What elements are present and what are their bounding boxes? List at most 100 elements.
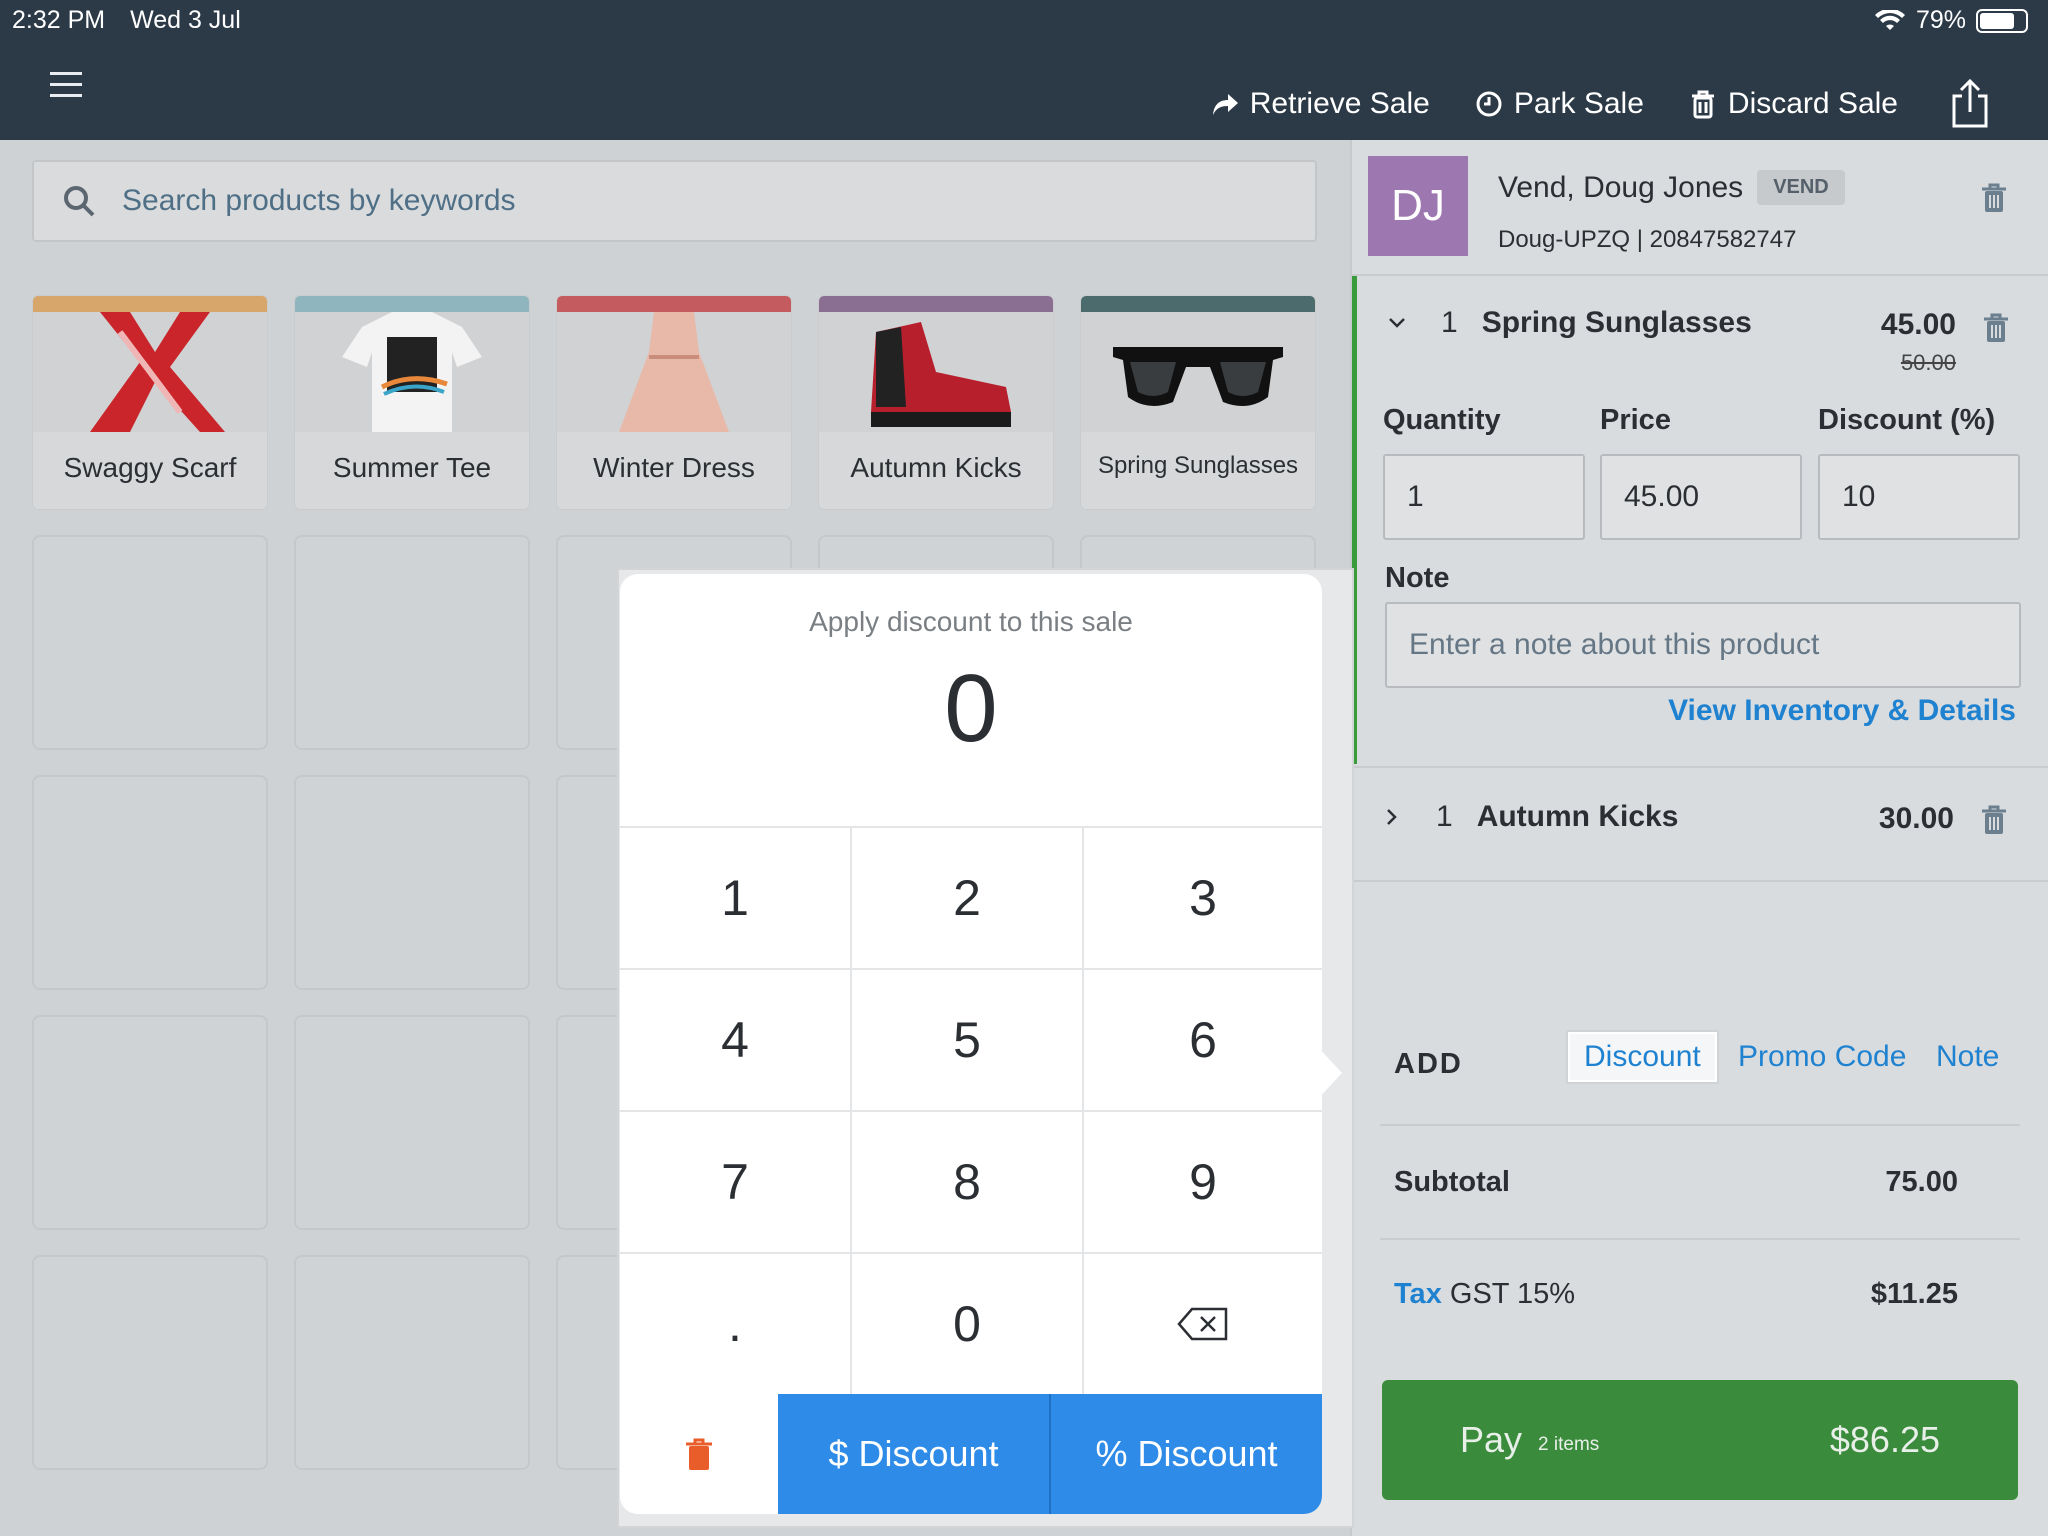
retrieve-sale-button[interactable]: Retrieve Sale: [1210, 87, 1430, 121]
line-item-price: 45.00: [1880, 308, 1956, 341]
keypad-header: Apply discount to this sale 0: [620, 574, 1322, 828]
view-inventory-link[interactable]: View Inventory & Details: [1668, 694, 2016, 728]
discount-field[interactable]: [1818, 454, 2020, 540]
pay-item-count: 2 items: [1538, 1434, 1600, 1455]
share-arrow-icon: [1212, 94, 1238, 115]
key-6[interactable]: 6: [1084, 970, 1322, 1112]
product-tile-spring-sunglasses[interactable]: Spring Sunglasses: [1080, 295, 1316, 510]
backspace-key[interactable]: [1084, 1254, 1322, 1396]
share-icon[interactable]: [1948, 78, 1992, 130]
product-color-bar: [819, 296, 1053, 312]
product-color-bar: [295, 296, 529, 312]
key-1[interactable]: 1: [620, 828, 852, 970]
add-note-button[interactable]: Note: [1936, 1040, 1999, 1074]
chevron-right-icon[interactable]: [1382, 807, 1402, 827]
top-bar: 2:32 PM Wed 3 Jul 79% Retrieve Sale Park…: [0, 0, 2048, 140]
quantity-label: Quantity: [1383, 404, 1501, 436]
discard-sale-label: Discard Sale: [1727, 87, 1898, 120]
key-8[interactable]: 8: [852, 1112, 1084, 1254]
add-promo-code-button[interactable]: Promo Code: [1738, 1040, 1906, 1074]
product-tile-summer-tee[interactable]: Summer Tee: [294, 295, 530, 510]
tee-image: [295, 312, 529, 432]
tax-label-group: Tax GST 15%: [1394, 1278, 1575, 1311]
product-tile-autumn-kicks[interactable]: Autumn Kicks: [818, 295, 1054, 510]
divider: [1380, 1238, 2020, 1240]
line-item-price: 30.00: [1878, 802, 1954, 835]
discount-keypad: Apply discount to this sale 0 1 2 3 4 5 …: [620, 574, 1322, 1514]
empty-tile: [32, 1255, 268, 1470]
scarf-image: [33, 312, 267, 432]
price-input[interactable]: [1624, 480, 1800, 514]
empty-tile: [294, 775, 530, 990]
tax-row: Tax GST 15% $11.25: [1394, 1278, 1958, 1311]
line-item-row[interactable]: 1 Spring Sunglasses: [1387, 306, 1752, 340]
sneaker-image: [819, 312, 1053, 432]
remove-item-trash-icon[interactable]: [1982, 312, 2010, 344]
price-field[interactable]: [1600, 454, 1802, 540]
key-0[interactable]: 0: [852, 1254, 1084, 1396]
keypad-title: Apply discount to this sale: [809, 606, 1133, 637]
percent-discount-button[interactable]: % Discount: [1049, 1394, 1322, 1514]
empty-tile: [294, 535, 530, 750]
park-sale-label: Park Sale: [1513, 87, 1644, 120]
note-label: Note: [1385, 562, 1450, 594]
sunglasses-image: [1081, 312, 1315, 432]
pay-button[interactable]: Pay 2 items $86.25: [1382, 1380, 2018, 1500]
pay-label: Pay: [1460, 1419, 1523, 1460]
discard-sale-button[interactable]: Discard Sale: [1688, 87, 1898, 121]
key-2[interactable]: 2: [852, 828, 1084, 970]
empty-tile: [32, 775, 268, 990]
subtotal-value: 75.00: [1885, 1166, 1958, 1198]
remove-customer-trash-icon[interactable]: [1980, 182, 2008, 214]
tax-label: GST 15%: [1449, 1278, 1576, 1310]
divider: [1352, 766, 2048, 768]
empty-tile: [294, 1255, 530, 1470]
product-tile-swaggy-scarf[interactable]: Swaggy Scarf: [32, 295, 268, 510]
empty-tile: [32, 535, 268, 750]
tax-link[interactable]: Tax: [1394, 1278, 1442, 1310]
key-4[interactable]: 4: [620, 970, 852, 1112]
line-item-name: Autumn Kicks: [1476, 800, 1679, 833]
pay-amount: $86.25: [1829, 1419, 1940, 1460]
quantity-field[interactable]: [1383, 454, 1585, 540]
wifi-icon: [1874, 8, 1906, 32]
trash-icon: [1691, 90, 1714, 119]
remove-item-trash-icon[interactable]: [1980, 804, 2008, 836]
avatar: DJ: [1368, 156, 1468, 256]
clear-discount-button[interactable]: [620, 1394, 778, 1514]
hamburger-menu-icon[interactable]: [50, 72, 82, 100]
status-bar-left: 2:32 PM Wed 3 Jul: [12, 6, 259, 35]
key-9[interactable]: 9: [1084, 1112, 1322, 1254]
discount-input[interactable]: [1842, 480, 2018, 514]
key-5[interactable]: 5: [852, 970, 1084, 1112]
customer-name-row: Vend, Doug Jones VEND: [1498, 170, 1845, 205]
note-field[interactable]: [1385, 602, 2021, 688]
status-bar-right: 79%: [1874, 6, 2028, 35]
retrieve-sale-label: Retrieve Sale: [1249, 87, 1430, 120]
search-input[interactable]: [122, 184, 1222, 218]
line-item-original-price: 50.00: [1900, 350, 1956, 375]
note-input[interactable]: [1409, 628, 2019, 662]
key-3[interactable]: 3: [1084, 828, 1322, 970]
line-item-name: Spring Sunglasses: [1481, 306, 1752, 339]
divider: [1352, 880, 2048, 882]
key-decimal[interactable]: .: [620, 1254, 852, 1396]
product-tile-winter-dress[interactable]: Winter Dress: [556, 295, 792, 510]
dress-image: [557, 312, 791, 432]
customer-code: Doug-UPZQ | 20847582747: [1498, 226, 1797, 253]
line-item-qty: 1: [1441, 306, 1458, 339]
trash-icon: [686, 1438, 712, 1470]
search-bar[interactable]: [32, 160, 1317, 242]
add-discount-button[interactable]: Discount: [1568, 1032, 1717, 1082]
product-name: Swaggy Scarf: [63, 452, 237, 483]
chevron-down-icon[interactable]: [1387, 313, 1407, 333]
empty-tile: [294, 1015, 530, 1230]
sale-panel: DJ Vend, Doug Jones VEND Doug-UPZQ | 208…: [1350, 140, 2048, 1536]
line-item-row[interactable]: 1 Autumn Kicks: [1382, 800, 1678, 834]
clock-icon: [1476, 91, 1502, 117]
quantity-input[interactable]: [1407, 480, 1583, 514]
key-7[interactable]: 7: [620, 1112, 852, 1254]
park-sale-button[interactable]: Park Sale: [1474, 87, 1644, 121]
customer-card[interactable]: DJ Vend, Doug Jones VEND Doug-UPZQ | 208…: [1368, 156, 2048, 268]
dollar-discount-button[interactable]: $ Discount: [778, 1394, 1049, 1514]
